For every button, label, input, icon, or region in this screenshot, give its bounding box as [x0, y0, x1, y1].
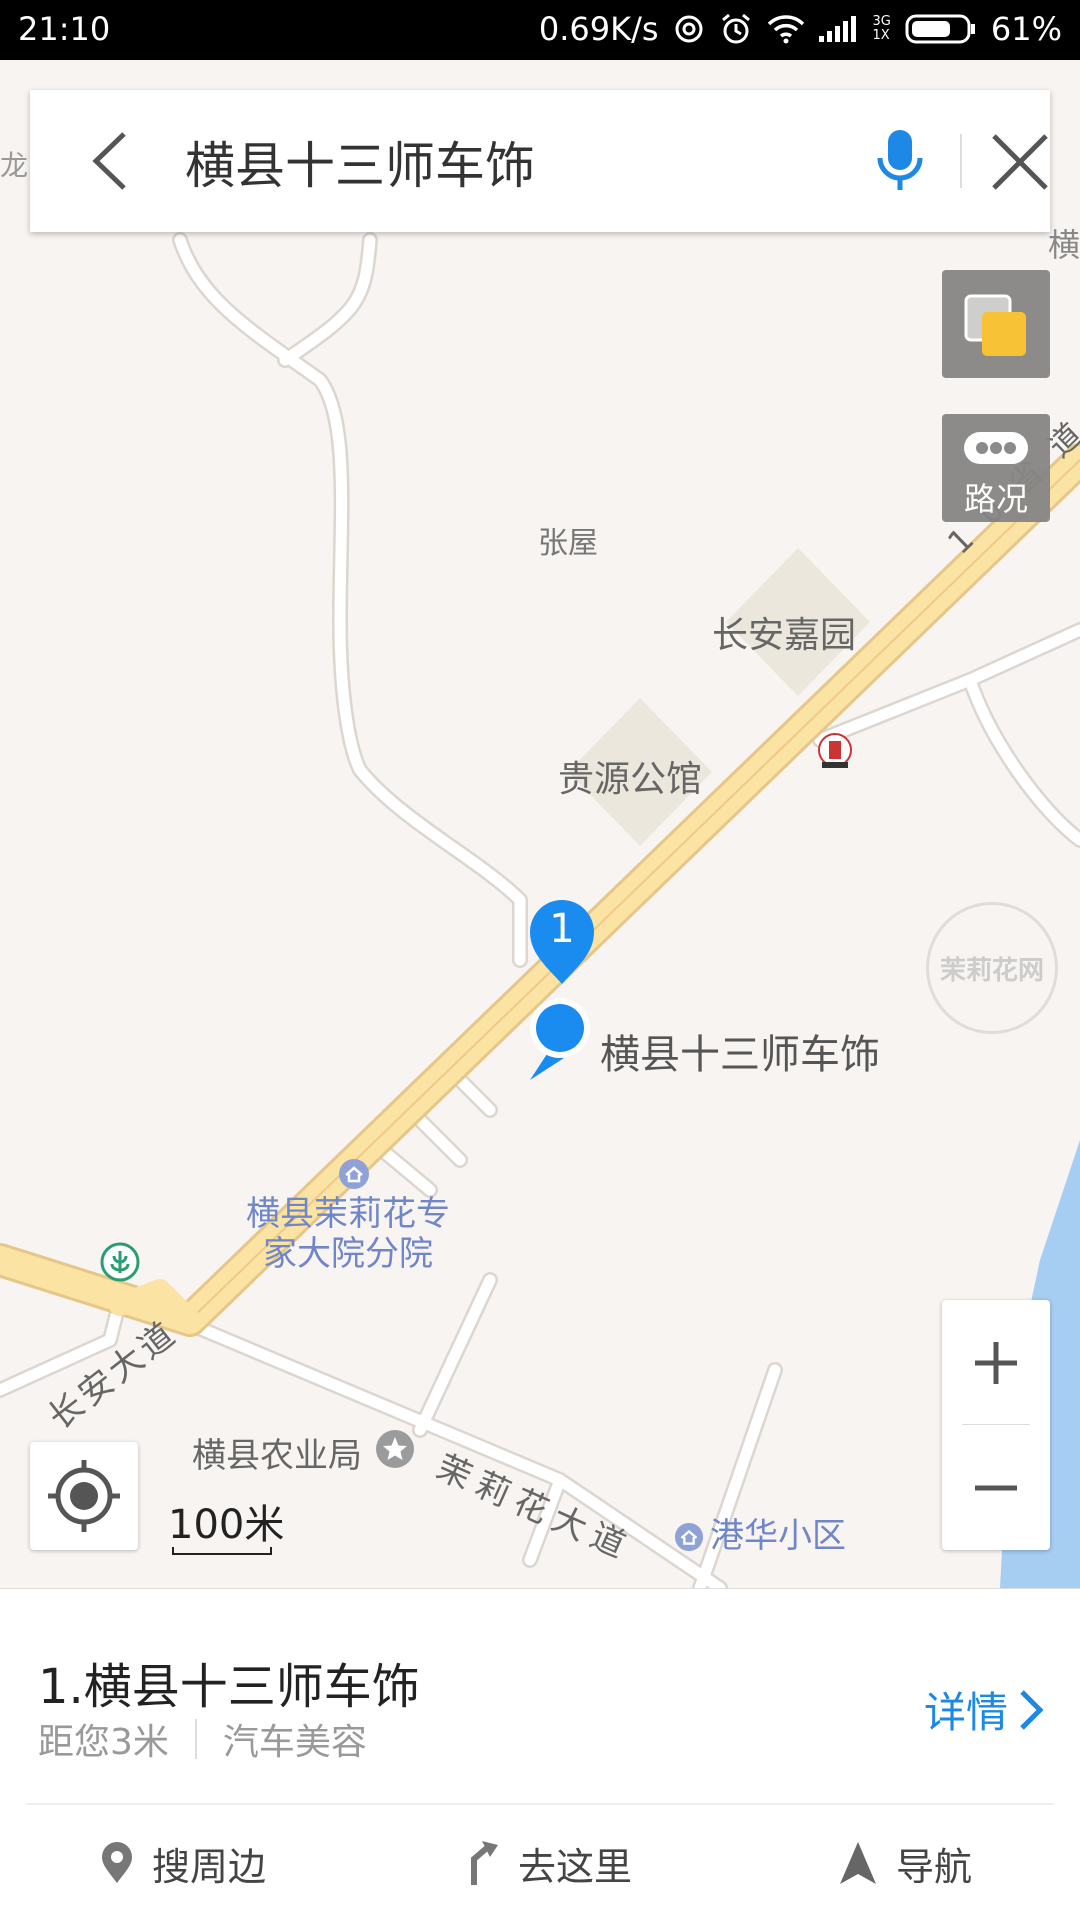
result-marker-number: 1 — [549, 906, 575, 952]
map-edge-label-right: 横 — [1048, 226, 1080, 264]
battery-icon — [905, 13, 977, 45]
navigate-label: 导航 — [896, 1844, 973, 1889]
place-label-changan-jiayuan: 长安嘉园 — [712, 615, 857, 656]
go-here-label: 去这里 — [518, 1844, 633, 1889]
result-category: 汽车美容 — [222, 1722, 367, 1763]
result-title: 1.横县十三师车饰 — [38, 1659, 420, 1715]
search-nearby-button[interactable]: 搜周边 — [100, 1823, 266, 1903]
go-here-button[interactable]: 去这里 — [460, 1823, 632, 1903]
location-pin-icon — [102, 1842, 132, 1883]
result-map-label: 横县十三师车饰 — [600, 1032, 880, 1078]
route-arrow-icon — [471, 1841, 498, 1885]
signal-icon — [818, 14, 859, 44]
status-bar: 21:10 0.69K/s 3G 1X 61% — [0, 0, 1080, 60]
result-panel[interactable]: 1.横县十三师车饰 距您3米 汽车美容 详情 搜周边 去这里 导航 — [0, 1588, 1080, 1921]
details-label: 详情 — [923, 1688, 1008, 1737]
meta-divider — [194, 1719, 197, 1759]
network-type: 3G 1X — [872, 14, 891, 43]
back-button[interactable] — [78, 126, 148, 196]
search-divider — [960, 134, 962, 188]
crosshair-icon — [48, 1460, 120, 1532]
battery-percent: 61% — [990, 10, 1062, 48]
search-input[interactable]: 横县十三师车饰 — [185, 126, 535, 198]
zoom-control — [942, 1300, 1050, 1550]
place-label-agri-bureau: 横县农业局 — [192, 1436, 362, 1476]
navigation-arrow-icon — [840, 1842, 876, 1884]
chevron-right-icon — [1020, 1689, 1044, 1730]
hotspot-icon — [673, 13, 705, 45]
watermark-seal: 茉莉花网 — [926, 902, 1058, 1034]
locate-me-button[interactable] — [30, 1442, 138, 1550]
navigate-button[interactable]: 导航 — [838, 1823, 972, 1903]
plus-icon — [975, 1341, 1017, 1384]
details-button[interactable]: 详情 — [924, 1679, 1046, 1740]
alarm-icon — [719, 12, 753, 46]
panel-divider — [26, 1803, 1054, 1805]
voice-search-button[interactable] — [860, 120, 940, 200]
traffic-icon — [964, 432, 1028, 464]
result-meta: 距您3米 汽车美容 — [38, 1713, 367, 1765]
place-label-ganghua: 港华小区 — [710, 1516, 846, 1556]
map-edge-label-left: 龙 — [0, 149, 29, 182]
place-label-guiyuan: 贵源公馆 — [558, 759, 703, 800]
status-time: 21:10 — [18, 10, 111, 48]
hospital-label: 横县茉莉花专 家大院分院 — [246, 1194, 450, 1274]
microphone-icon — [877, 130, 923, 190]
search-nearby-label: 搜周边 — [152, 1844, 267, 1889]
minus-icon — [975, 1485, 1017, 1490]
zoom-in-button[interactable] — [942, 1300, 1050, 1425]
network-speed: 0.69K/s — [538, 10, 659, 48]
result-distance: 距您3米 — [38, 1722, 169, 1763]
layers-icon — [964, 294, 1026, 356]
zoom-out-button[interactable] — [942, 1425, 1050, 1550]
search-bar: 横县十三师车饰 — [30, 90, 1050, 232]
clear-search-button[interactable] — [980, 122, 1060, 202]
back-arrow-icon — [92, 132, 126, 190]
map-scale-bar — [172, 1547, 272, 1555]
map-scale-label: 100米 — [168, 1502, 285, 1548]
close-icon — [992, 134, 1048, 190]
major-roads — [0, 443, 1080, 1337]
map-view[interactable]: 龙 横 张屋 长安嘉园 贵源公馆 1 0 省 道 长安大道 茉莉花大道 横县茉莉… — [0, 60, 1080, 1588]
traffic-label: 路况 — [963, 480, 1028, 518]
layers-button[interactable] — [942, 270, 1050, 378]
status-icons: 0.69K/s 3G 1X 61% — [539, 10, 1062, 48]
traffic-button[interactable]: 路况 — [942, 414, 1050, 522]
wifi-icon — [767, 14, 805, 44]
place-label-zhangwu: 张屋 — [538, 526, 598, 561]
